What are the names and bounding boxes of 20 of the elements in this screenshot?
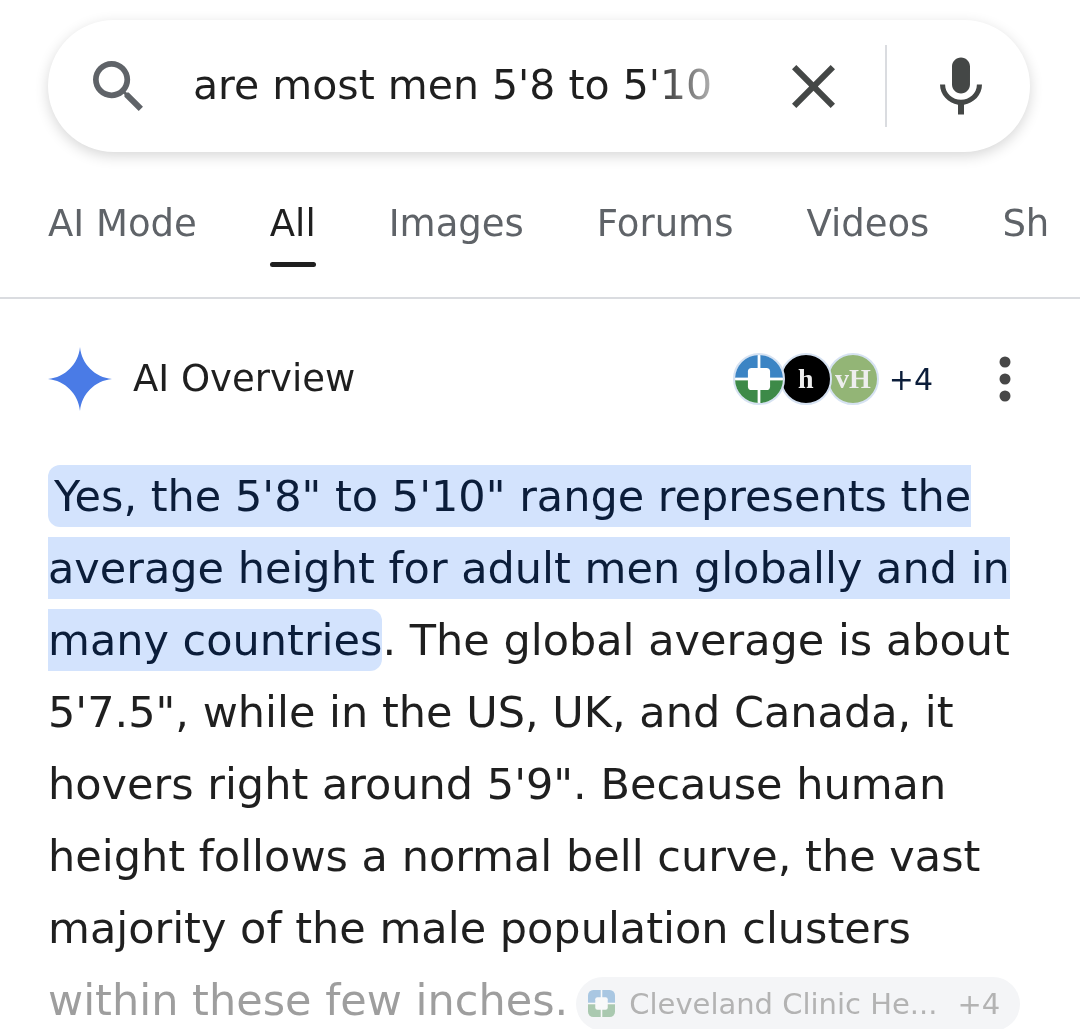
close-icon [792, 64, 835, 108]
cross-logo-icon [732, 353, 785, 405]
tab[interactable]: Images [388, 200, 524, 297]
tab[interactable]: Forums [596, 200, 734, 297]
tab[interactable]: All [269, 200, 316, 297]
tab[interactable]: Videos [806, 200, 930, 297]
tab[interactable]: Sh [1002, 200, 1050, 297]
more-vertical-icon [999, 356, 1011, 402]
cross-logo-icon [588, 990, 616, 1017]
section-title: AI Overview [133, 356, 356, 403]
voice-search-button[interactable] [940, 57, 982, 115]
citation-count: +4 [957, 985, 1001, 1022]
tab[interactable]: AI Mode [48, 200, 197, 297]
citation-label: Cleveland Clinic He... [629, 985, 938, 1022]
search-icon [93, 61, 143, 111]
clear-button[interactable] [792, 64, 835, 108]
more-options-button[interactable] [999, 356, 1011, 402]
source-count: +4 [888, 360, 933, 399]
microphone-icon [940, 57, 982, 115]
search-input[interactable]: are most men 5'8 to 5'10 [193, 58, 738, 114]
